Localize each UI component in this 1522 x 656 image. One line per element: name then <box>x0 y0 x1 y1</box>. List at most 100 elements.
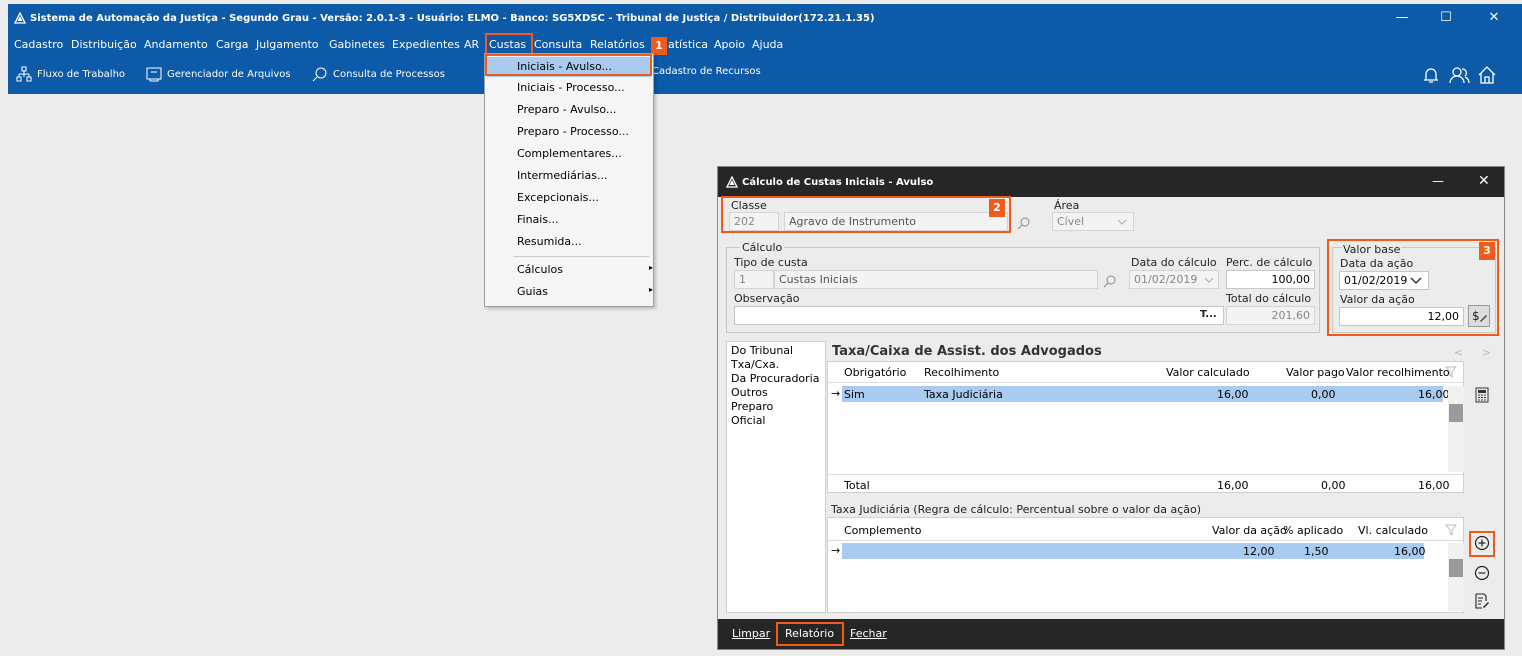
section-title: Taxa/Caixa de Assist. dos Advogados <box>832 344 1102 359</box>
menu-item-guias[interactable]: Guias ▸ <box>517 285 653 298</box>
remove-circle-icon[interactable] <box>1474 565 1490 581</box>
complemento-grid: Complemento Valor da ação % aplicado Vl.… <box>827 517 1464 613</box>
step-badge-2: 2 <box>989 199 1005 217</box>
header-aplicado: % aplicado <box>1283 524 1344 537</box>
observacao-field[interactable] <box>734 306 1224 325</box>
menu-item-iniciais-processo[interactable]: Iniciais - Processo... <box>517 81 625 94</box>
menu-item-complementares[interactable]: Complementares... <box>517 147 622 160</box>
menu-item-calculos[interactable]: Cálculos ▸ <box>517 263 653 276</box>
home-icon[interactable] <box>1476 64 1498 86</box>
valor-base-highlight <box>1327 239 1499 336</box>
total-valor-recolhimento: 16,00 <box>1418 479 1450 492</box>
submenu-arrow-icon: ▸ <box>648 263 653 272</box>
title-bar: Sistema de Automação da Justiça - Segund… <box>8 4 1522 34</box>
header-divider <box>828 540 1463 541</box>
fluxo-trabalho-button[interactable]: Fluxo de Trabalho <box>16 66 125 82</box>
minimize-button[interactable]: — <box>1392 10 1412 25</box>
menu-gabinetes[interactable]: Gabinetes <box>329 38 385 51</box>
table-row[interactable] <box>842 543 1424 559</box>
menu-andamento[interactable]: Andamento <box>144 38 208 51</box>
vertical-scrollbar[interactable] <box>1448 543 1464 611</box>
category-item[interactable]: Oficial <box>731 414 766 427</box>
area-select[interactable]: Cível <box>1052 212 1134 231</box>
regra-calculo-label: Taxa Judiciária (Regra de cálculo: Perce… <box>831 503 1202 516</box>
app-logo-icon <box>14 12 26 24</box>
dialog-footer: Limpar Relatório Fechar <box>718 619 1504 649</box>
gerenciador-arquivos-button[interactable]: Gerenciador de Arquivos <box>146 66 291 82</box>
close-button[interactable]: ✕ <box>1484 10 1504 25</box>
category-item[interactable]: Do Tribunal <box>731 344 793 357</box>
menu-consulta[interactable]: Consulta <box>534 38 582 51</box>
chevron-down-icon <box>1204 277 1214 283</box>
menu-item-preparo-processo[interactable]: Preparo - Processo... <box>517 125 629 138</box>
consulta-processos-button[interactable]: Consulta de Processos <box>312 66 445 82</box>
filter-icon[interactable] <box>1445 524 1457 536</box>
calculator-icon[interactable] <box>1475 387 1489 403</box>
menu-estatistica[interactable]: atística <box>668 38 708 51</box>
maximize-button[interactable]: ☐ <box>1436 10 1456 25</box>
vertical-scrollbar[interactable] <box>1448 386 1464 472</box>
total-valor-pago: 0,00 <box>1321 479 1346 492</box>
header-divider <box>828 382 1463 383</box>
category-item[interactable]: Outros <box>731 386 768 399</box>
scrollbar-thumb[interactable] <box>1449 404 1463 422</box>
edit-document-icon[interactable] <box>1474 593 1490 609</box>
menu-item-excepcionais[interactable]: Excepcionais... <box>517 191 599 204</box>
cadastro-recursos-button[interactable]: Cadastro de Recursos <box>652 66 761 77</box>
workflow-icon <box>16 66 32 82</box>
data-calculo-field[interactable]: 01/02/2019 <box>1129 270 1219 289</box>
category-item[interactable]: Da Procuradoria <box>731 372 819 385</box>
menu-apoio[interactable]: Apoio <box>714 38 745 51</box>
category-item[interactable]: Preparo <box>731 400 773 413</box>
cell-valor-acao: 12,00 <box>1243 545 1275 558</box>
bell-icon[interactable] <box>1420 64 1442 86</box>
step-badge-3: 3 <box>1479 242 1495 260</box>
fluxo-trabalho-label: Fluxo de Trabalho <box>37 68 126 80</box>
header-complemento: Complemento <box>844 524 922 537</box>
dialog-title: Cálculo de Custas Iniciais - Avulso <box>742 177 934 188</box>
header-valor-pago: Valor pago <box>1286 366 1345 379</box>
app-logo-icon <box>726 176 738 188</box>
file-manager-icon <box>146 67 162 82</box>
nav-prev-button[interactable]: < <box>1454 346 1463 359</box>
classe-highlight <box>721 196 1011 233</box>
search-icon[interactable] <box>1103 274 1117 288</box>
header-valor-acao: Valor da ação <box>1212 524 1287 537</box>
header-obrigatorio: Obrigatório <box>844 366 907 379</box>
menu-item-preparo-avulso[interactable]: Preparo - Avulso... <box>517 103 616 116</box>
cell-recolhimento: Taxa Judiciária <box>924 388 1003 401</box>
categories-list: Do Tribunal Txa/Cxa. Da Procuradoria Out… <box>726 341 826 613</box>
category-item[interactable]: Txa/Cxa. <box>731 358 779 371</box>
total-divider <box>828 474 1463 475</box>
tipo-custa-name-field[interactable]: Custas Iniciais <box>774 270 1098 289</box>
perc-calculo-field[interactable]: 100,00 <box>1226 270 1315 289</box>
users-icon[interactable] <box>1448 64 1470 86</box>
fechar-button[interactable]: Fechar <box>850 627 887 640</box>
total-calculo-field[interactable]: 201,60 <box>1226 306 1315 325</box>
text-editor-button[interactable]: T... <box>1200 309 1217 320</box>
scrollbar-thumb[interactable] <box>1449 559 1463 577</box>
menu-item-intermediarias[interactable]: Intermediárias... <box>517 169 607 182</box>
area-label: Área <box>1054 199 1080 212</box>
nav-next-button[interactable]: > <box>1482 346 1491 359</box>
dialog-close-button[interactable]: ✕ <box>1478 173 1490 189</box>
cadastro-recursos-label: Cadastro de Recursos <box>652 66 761 77</box>
menu-ajuda[interactable]: Ajuda <box>752 38 783 51</box>
menu-ar[interactable]: AR <box>464 38 479 51</box>
search-icon[interactable] <box>1017 216 1031 230</box>
cell-valor-recolhimento: 16,00 <box>1418 388 1450 401</box>
filter-icon[interactable] <box>1445 366 1457 378</box>
menu-julgamento[interactable]: Julgamento <box>256 38 319 51</box>
recolhimento-grid: Obrigatório Recolhimento Valor calculado… <box>827 361 1464 493</box>
menu-relatorios[interactable]: Relatórios <box>590 38 645 51</box>
menu-distribuicao[interactable]: Distribuição <box>71 38 137 51</box>
tipo-custa-code-field[interactable]: 1 <box>734 270 774 289</box>
menu-item-finais[interactable]: Finais... <box>517 213 559 226</box>
menu-expedientes[interactable]: Expedientes <box>392 38 460 51</box>
dialog-minimize-button[interactable]: — <box>1432 174 1444 188</box>
calculos-label: Cálculos <box>517 263 564 276</box>
limpar-button[interactable]: Limpar <box>732 627 770 640</box>
menu-cadastro[interactable]: Cadastro <box>14 38 63 51</box>
menu-carga[interactable]: Carga <box>216 38 248 51</box>
menu-item-resumida[interactable]: Resumida... <box>517 235 582 248</box>
